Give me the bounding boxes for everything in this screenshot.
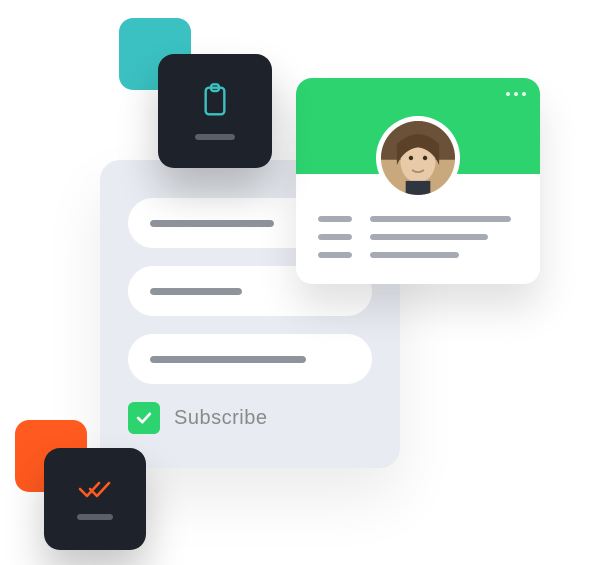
placeholder-line [150, 356, 306, 363]
info-value-1 [370, 216, 511, 222]
tile-label-placeholder [195, 134, 235, 140]
clipboard-icon [199, 82, 231, 120]
check-icon [134, 408, 154, 428]
subscribe-label: Subscribe [174, 407, 267, 430]
text-input-3[interactable] [128, 334, 372, 384]
profile-info-lines [318, 216, 518, 258]
info-label-1 [318, 216, 352, 222]
info-label-3 [318, 252, 352, 258]
clipboard-tile[interactable] [158, 54, 272, 168]
avatar[interactable] [376, 116, 460, 200]
tile-label-placeholder [77, 514, 113, 520]
placeholder-line [150, 220, 274, 227]
info-label-2 [318, 234, 352, 240]
info-value-3 [370, 252, 459, 258]
double-check-icon [77, 478, 113, 500]
profile-header [296, 78, 540, 174]
placeholder-line [150, 288, 242, 295]
profile-card [296, 78, 540, 284]
more-horizontal-icon[interactable] [506, 92, 526, 96]
avatar-image [381, 121, 455, 195]
subscribe-checkbox[interactable] [128, 402, 160, 434]
subscribe-row: Subscribe [128, 402, 372, 434]
double-check-tile[interactable] [44, 448, 146, 550]
info-value-2 [370, 234, 488, 240]
